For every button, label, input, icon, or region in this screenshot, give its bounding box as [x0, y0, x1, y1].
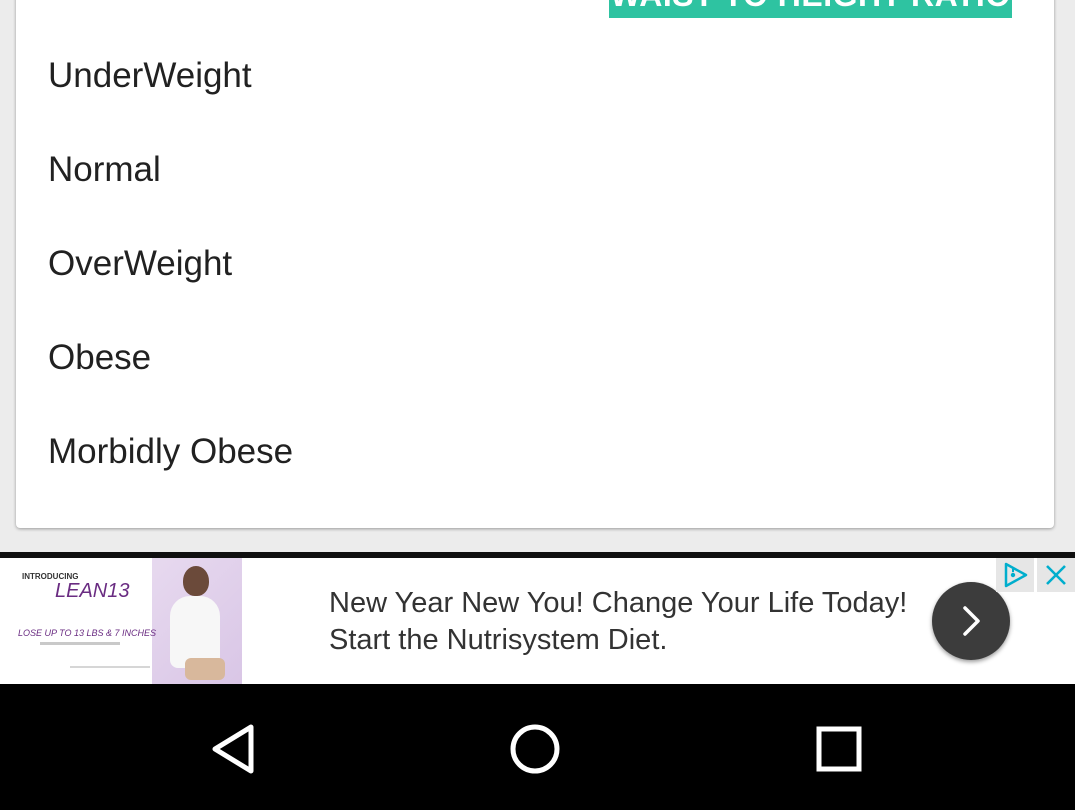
list-item-obese[interactable]: Obese — [48, 328, 1028, 388]
ad-photo-figure-legs — [185, 658, 225, 680]
list-item-overweight[interactable]: OverWeight — [48, 234, 1028, 294]
ad-banner[interactable]: INTRODUCING LEAN13 LOSE UP TO 13 LBS & 7… — [0, 558, 1075, 684]
back-triangle-icon — [212, 724, 254, 774]
nav-recents-button[interactable] — [804, 714, 874, 784]
waist-to-height-ratio-label: WAIST TO HEIGHT RATIO — [610, 0, 1010, 11]
list-item-underweight[interactable]: UnderWeight — [48, 46, 1028, 106]
ad-thumb-fineprint-2 — [70, 666, 150, 668]
ad-close-button[interactable] — [1037, 558, 1075, 592]
adchoices-button[interactable] — [996, 558, 1034, 592]
waist-to-height-ratio-button[interactable]: WAIST TO HEIGHT RATIO — [609, 0, 1012, 18]
recents-square-icon — [816, 726, 862, 772]
category-card: WAIST TO HEIGHT RATIO UnderWeight Normal… — [16, 0, 1054, 528]
system-navigation-bar — [0, 684, 1075, 810]
home-circle-icon — [510, 724, 560, 774]
nav-back-button[interactable] — [198, 714, 268, 784]
close-icon — [1046, 565, 1066, 585]
ad-next-button[interactable] — [932, 582, 1010, 660]
ad-thumb-tagline: LOSE UP TO 13 LBS & 7 INCHES — [18, 628, 157, 638]
ad-thumbnail-image: INTRODUCING LEAN13 LOSE UP TO 13 LBS & 7… — [0, 558, 242, 684]
adchoices-icon — [1004, 562, 1028, 588]
ad-photo-figure-head — [183, 566, 209, 596]
ad-thumb-fineprint — [40, 642, 120, 645]
ad-thumb-brand: LEAN13 — [55, 580, 130, 602]
ad-headline: New Year New You! Change Your Life Today… — [329, 587, 908, 656]
chevron-right-icon — [963, 606, 980, 636]
list-item-morbidly-obese[interactable]: Morbidly Obese — [48, 422, 1028, 482]
nav-home-button[interactable] — [500, 714, 570, 784]
list-item-normal[interactable]: Normal — [48, 140, 1028, 200]
